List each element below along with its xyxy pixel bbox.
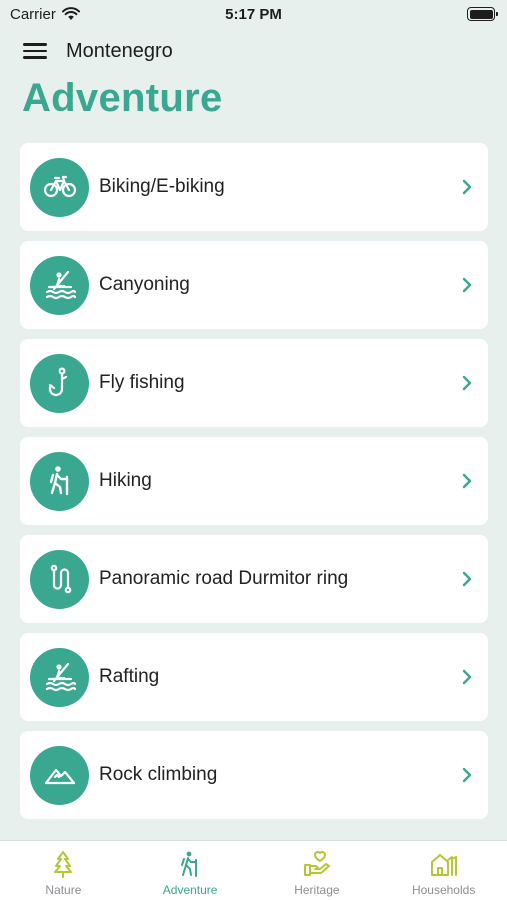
kayak-icon bbox=[30, 647, 89, 707]
tree-icon bbox=[54, 851, 73, 878]
mountain-icon bbox=[30, 745, 89, 805]
tab-adventure[interactable]: Adventure bbox=[127, 841, 254, 900]
tab-households[interactable]: Households bbox=[380, 841, 507, 900]
adventure-list: Biking/E-biking Canyoning Fly fishing Hi… bbox=[20, 143, 488, 819]
list-item-panoramic-road[interactable]: Panoramic road Durmitor ring bbox=[20, 535, 488, 623]
bike-icon bbox=[30, 157, 89, 217]
list-item-label: Canyoning bbox=[99, 274, 190, 295]
list-item-label: Fly fishing bbox=[99, 372, 185, 393]
tab-bar: Nature Adventure Heritage Households bbox=[0, 840, 507, 900]
nav-bar: Montenegro bbox=[0, 34, 507, 68]
list-item-label: Rock climbing bbox=[99, 764, 218, 785]
fishing-hook-icon bbox=[30, 353, 89, 413]
tab-heritage[interactable]: Heritage bbox=[254, 841, 381, 900]
chevron-right-icon bbox=[462, 767, 472, 783]
list-item-rafting[interactable]: Rafting bbox=[20, 633, 488, 721]
house-icon bbox=[430, 854, 457, 876]
list-item-label: Panoramic road Durmitor ring bbox=[99, 568, 349, 589]
battery-icon bbox=[467, 7, 498, 21]
tab-label: Nature bbox=[45, 883, 82, 897]
tab-label: Heritage bbox=[294, 883, 340, 897]
tab-nature[interactable]: Nature bbox=[0, 841, 127, 900]
list-item-canyoning[interactable]: Canyoning bbox=[20, 241, 488, 329]
chevron-right-icon bbox=[462, 375, 472, 391]
list-item-label: Hiking bbox=[99, 470, 152, 491]
status-bar: Carrier 5:17 PM bbox=[0, 0, 507, 28]
chevron-right-icon bbox=[462, 473, 472, 489]
list-item-label: Biking/E-biking bbox=[99, 176, 225, 197]
chevron-right-icon bbox=[462, 571, 472, 587]
list-item-hiking[interactable]: Hiking bbox=[20, 437, 488, 525]
screen: Carrier 5:17 PM Montenegro Adventure Bik… bbox=[0, 0, 507, 900]
hiker-icon bbox=[30, 451, 89, 511]
tab-label: Adventure bbox=[162, 883, 218, 897]
chevron-right-icon bbox=[462, 277, 472, 293]
hamburger-menu-icon[interactable] bbox=[22, 41, 48, 61]
list-item-rock-climbing[interactable]: Rock climbing bbox=[20, 731, 488, 819]
carrier-label: Carrier bbox=[10, 5, 56, 23]
page-title: Adventure bbox=[22, 76, 223, 120]
hand-heart-icon bbox=[303, 850, 330, 876]
tab-label: Households bbox=[411, 883, 476, 897]
kayak-icon bbox=[30, 255, 89, 315]
chevron-right-icon bbox=[462, 669, 472, 685]
nav-title: Montenegro bbox=[66, 39, 173, 62]
hiker-icon bbox=[181, 851, 198, 877]
list-item-biking[interactable]: Biking/E-biking bbox=[20, 143, 488, 231]
winding-road-icon bbox=[30, 549, 89, 609]
list-item-label: Rafting bbox=[99, 666, 160, 687]
chevron-right-icon bbox=[462, 179, 472, 195]
wifi-icon bbox=[61, 7, 80, 20]
status-left: Carrier bbox=[10, 6, 80, 23]
list-item-fly-fishing[interactable]: Fly fishing bbox=[20, 339, 488, 427]
